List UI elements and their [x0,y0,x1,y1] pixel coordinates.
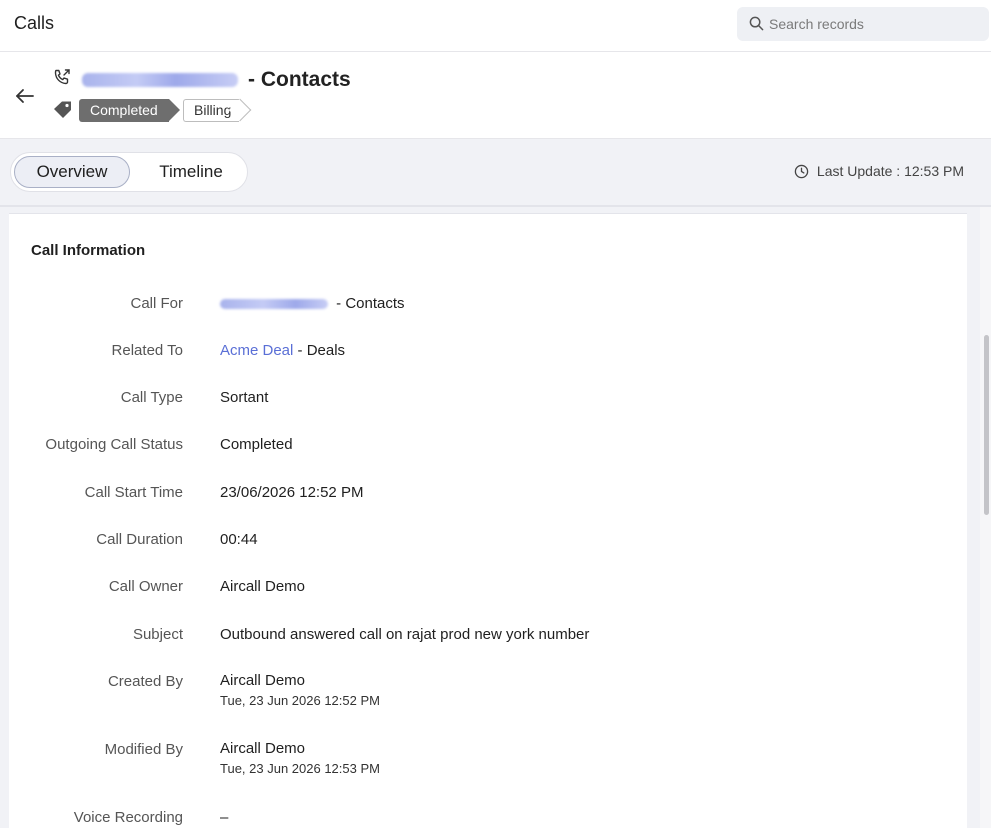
label-created-by: Created By [107,673,183,690]
value-created-by: Aircall Demo [220,672,306,689]
call-information-card: Call Information Call For - Contacts Rel… [9,213,967,828]
value-modified-by-time: Tue, 23 Jun 2026 12:53 PM [220,761,380,776]
search-input[interactable] [769,13,979,35]
scrollbar-thumb[interactable] [984,335,989,515]
record-title: - Contacts [82,67,351,93]
search-box[interactable] [737,7,989,41]
back-arrow-icon [16,89,34,103]
label-call-for: Call For [130,295,183,312]
call-for-contact-redacted[interactable] [220,299,328,310]
value-modified-by: Aircall Demo [220,740,306,757]
value-subject: Outbound answered call on rajat prod new… [220,626,590,643]
last-update: Last Update : 12:53 PM [794,163,964,179]
related-to-suffix: - Deals [293,342,346,359]
top-bar: Calls [0,0,991,52]
tab-overview[interactable]: Overview [14,156,130,188]
value-call-duration: 00:44 [220,531,258,548]
record-header: - Contacts Completed Billing [0,53,991,139]
value-call-owner: Aircall Demo [220,578,306,595]
label-related-to: Related To [111,342,183,359]
clock-icon [794,164,809,178]
search-icon [749,16,764,31]
label-call-owner: Call Owner [108,578,183,595]
related-deal-link[interactable]: Acme Deal [220,342,293,359]
value-call-for: - Contacts [220,295,405,312]
value-call-start-time: 23/06/2026 12:52 PM [220,484,364,501]
content-area: Call Information Call For - Contacts Rel… [0,207,980,828]
back-button[interactable] [12,83,38,109]
value-related-to: Acme Deal - Deals [220,342,345,359]
label-outgoing-call-status: Outgoing Call Status [45,436,183,453]
value-voice-recording: – [220,809,229,826]
contact-name-redacted[interactable] [82,73,238,87]
last-update-text: Last Update : 12:53 PM [816,163,964,179]
tab-group: Overview Timeline [10,152,248,192]
call-for-suffix: - Contacts [332,295,405,312]
label-subject: Subject [132,626,183,643]
category-tag[interactable]: Billing [183,99,240,122]
section-title: Call Information [31,242,146,259]
app-title: Calls [14,13,55,33]
value-call-type: Sortant [220,389,269,406]
label-voice-recording: Voice Recording [73,809,183,826]
tabs-bar: Overview Timeline Last Update : 12:53 PM [0,139,991,207]
record-title-suffix: - Contacts [248,68,351,91]
label-call-start-time: Call Start Time [84,484,183,501]
tag-icon [54,101,71,118]
status-tag[interactable]: Completed [79,99,180,122]
outgoing-call-icon [54,69,70,85]
tab-timeline[interactable]: Timeline [141,156,241,188]
value-created-by-time: Tue, 23 Jun 2026 12:52 PM [220,693,380,708]
label-call-duration: Call Duration [96,531,183,548]
value-outgoing-call-status: Completed [220,436,293,453]
label-call-type: Call Type [120,389,183,406]
scrollbar-track[interactable] [980,207,991,828]
label-modified-by: Modified By [104,741,183,758]
